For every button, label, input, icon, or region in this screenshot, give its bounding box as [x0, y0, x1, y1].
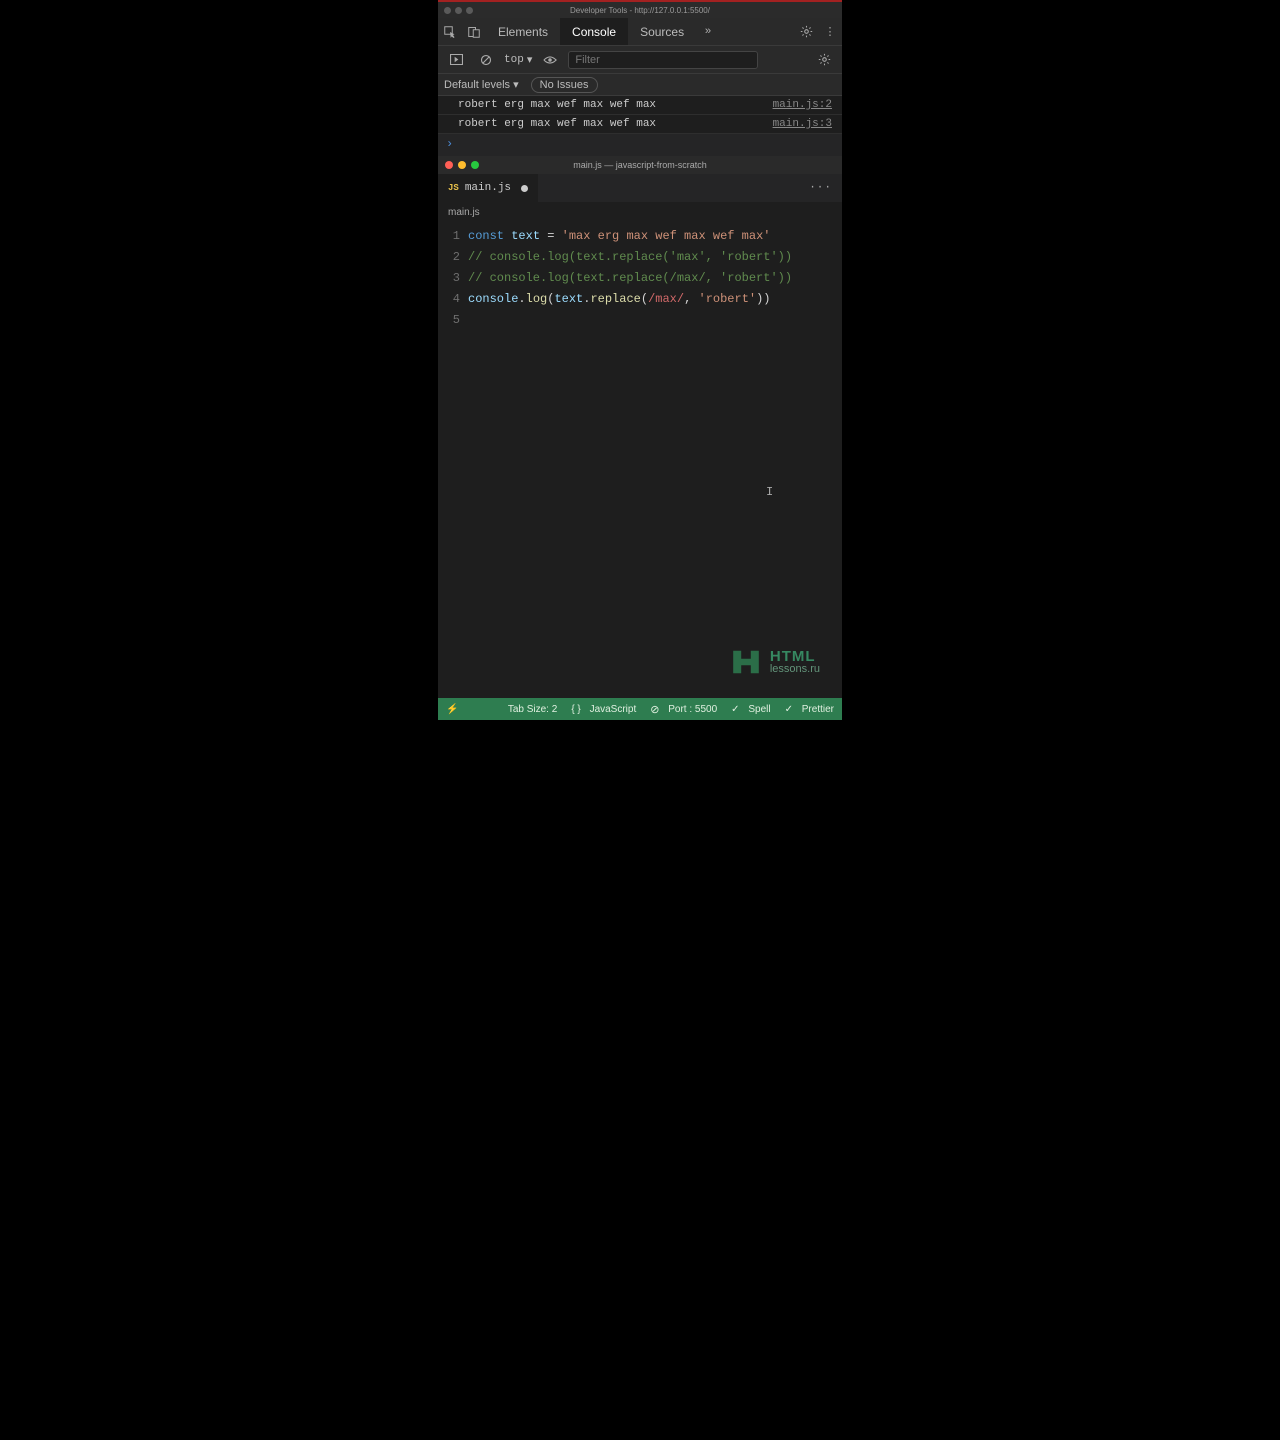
- watermark-sub: lessons.ru: [770, 664, 820, 675]
- tab-main-js[interactable]: JS main.js: [438, 174, 538, 202]
- file-type-icon: JS: [448, 183, 459, 193]
- eye-icon[interactable]: [538, 55, 562, 65]
- filter-input[interactable]: [568, 51, 758, 69]
- log-source-link[interactable]: main.js:2: [773, 99, 832, 111]
- window-controls[interactable]: [438, 7, 473, 14]
- status-language[interactable]: JavaScript: [571, 704, 636, 715]
- status-port[interactable]: Port : 5500: [650, 703, 717, 716]
- clear-console-icon[interactable]: [474, 54, 498, 66]
- kebab-icon[interactable]: ⋮: [818, 25, 842, 39]
- watermark-name: HTML: [770, 649, 820, 664]
- log-message: robert erg max wef max wef max: [458, 99, 656, 111]
- inspect-icon[interactable]: [438, 26, 462, 38]
- editor-titlebar: main.js — javascript-from-scratch: [438, 156, 842, 174]
- console-row: robert erg max wef max wef max main.js:3: [438, 115, 842, 134]
- line-number: 4: [438, 289, 460, 310]
- html-lessons-logo-icon: [730, 646, 762, 678]
- editor-title: main.js — javascript-from-scratch: [438, 160, 842, 170]
- context-select[interactable]: top ▾: [504, 53, 532, 67]
- line-number: 1: [438, 226, 460, 247]
- console-settings-gear-icon[interactable]: [812, 53, 836, 66]
- statusbar: Tab Size: 2 JavaScript Port : 5500 Spell…: [438, 698, 842, 720]
- code-line[interactable]: 5: [438, 310, 842, 331]
- app-window: Developer Tools - http://127.0.0.1:5500/…: [438, 0, 842, 720]
- live-server-icon[interactable]: [446, 704, 458, 715]
- log-message: robert erg max wef max wef max: [458, 118, 656, 130]
- console-levels-bar: Default levels ▾ No Issues: [438, 74, 842, 96]
- console-output: robert erg max wef max wef maxmain.js:2r…: [438, 96, 842, 134]
- line-number: 2: [438, 247, 460, 268]
- status-spell[interactable]: Spell: [731, 704, 770, 715]
- status-tabsize[interactable]: Tab Size: 2: [508, 704, 557, 715]
- modified-indicator-icon: [521, 185, 528, 192]
- editor-tabstrip: JS main.js ···: [438, 174, 842, 202]
- device-toggle-icon[interactable]: [462, 26, 486, 38]
- tab-console[interactable]: Console: [560, 18, 628, 45]
- code-line[interactable]: 1const text = 'max erg max wef max wef m…: [438, 226, 842, 247]
- line-number: 5: [438, 310, 460, 331]
- issues-pill[interactable]: No Issues: [531, 77, 598, 93]
- tab-elements[interactable]: Elements: [486, 18, 560, 45]
- tab-label: main.js: [465, 182, 511, 194]
- tab-sources[interactable]: Sources: [628, 18, 696, 45]
- devtools-title: Developer Tools - http://127.0.0.1:5500/: [438, 6, 842, 15]
- more-tabs-icon[interactable]: »: [696, 26, 720, 38]
- code-area[interactable]: 1const text = 'max erg max wef max wef m…: [438, 222, 842, 698]
- console-row: robert erg max wef max wef max main.js:2: [438, 96, 842, 115]
- devtools-tabstrip: Elements Console Sources » ⋮: [438, 18, 842, 46]
- status-prettier[interactable]: Prettier: [785, 704, 834, 715]
- console-prompt[interactable]: [438, 134, 842, 156]
- code-line[interactable]: 2// console.log(text.replace('max', 'rob…: [438, 247, 842, 268]
- line-number: 3: [438, 268, 460, 289]
- tab-overflow-icon[interactable]: ···: [799, 182, 842, 194]
- sidebar-toggle-icon[interactable]: [444, 54, 468, 65]
- code-line[interactable]: 3// console.log(text.replace(/max/, 'rob…: [438, 268, 842, 289]
- code-editor: main.js — javascript-from-scratch JS mai…: [438, 156, 842, 720]
- devtools-panel: Developer Tools - http://127.0.0.1:5500/…: [438, 0, 842, 156]
- text-cursor-icon: I: [766, 482, 773, 503]
- log-source-link[interactable]: main.js:3: [773, 118, 832, 130]
- code-line[interactable]: 4console.log(text.replace(/max/, 'robert…: [438, 289, 842, 310]
- console-toolbar: top ▾: [438, 46, 842, 74]
- devtools-titlebar: Developer Tools - http://127.0.0.1:5500/: [438, 2, 842, 18]
- watermark: HTML lessons.ru: [730, 646, 820, 678]
- levels-dropdown[interactable]: Default levels ▾: [444, 78, 519, 91]
- breadcrumb[interactable]: main.js: [438, 202, 842, 222]
- gear-icon[interactable]: [794, 25, 818, 38]
